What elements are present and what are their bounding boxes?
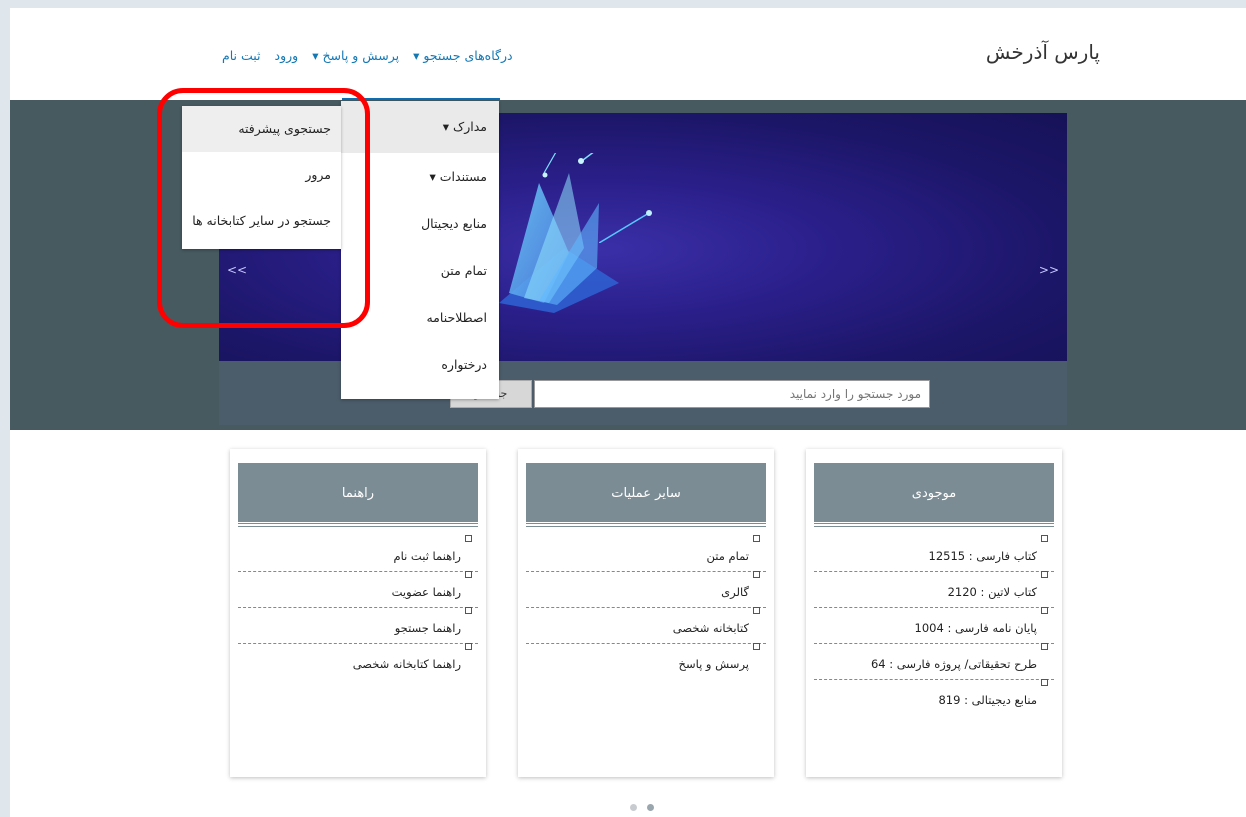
menu-item-tree[interactable]: درختواره <box>341 341 499 388</box>
card-title: راهنما <box>238 463 478 527</box>
bullet-icon <box>465 643 472 650</box>
list-item-label: گالری <box>721 585 749 599</box>
bullet-icon <box>753 535 760 542</box>
bullet-icon <box>465 535 472 542</box>
bullet-icon <box>753 643 760 650</box>
bullet-icon <box>465 571 472 578</box>
card-title: سایر عملیات <box>526 463 766 527</box>
bullet-icon <box>465 607 472 614</box>
list-item[interactable]: پایان نامه فارسی : 1004 <box>814 607 1054 644</box>
card-list: راهنما ثبت نام راهنما عضویت راهنما جستجو… <box>238 535 478 680</box>
light-streak <box>599 210 652 243</box>
card-list: کتاب فارسی : 12515 کتاب لاتین : 2120 پای… <box>814 535 1054 716</box>
nav-login[interactable]: ورود <box>275 48 299 63</box>
search-input[interactable] <box>534 380 930 408</box>
list-item[interactable]: پرسش و پاسخ <box>526 643 766 680</box>
list-item-label: تمام متن <box>706 549 749 563</box>
nav-search-portals[interactable]: درگاه‌های جستجو ▾ <box>413 48 513 63</box>
nav-qa[interactable]: پرسش و پاسخ ▾ <box>312 48 399 63</box>
list-item[interactable]: طرح تحقیقاتی/ پروژه فارسی : 64 <box>814 643 1054 680</box>
bullet-icon <box>1041 643 1048 650</box>
carousel-dot-active[interactable] <box>647 804 654 811</box>
bullet-icon <box>1041 607 1048 614</box>
list-item-label: راهنما جستجو <box>394 621 461 635</box>
list-item-label: کتابخانه شخصی <box>672 621 749 635</box>
hero-next-arrow[interactable]: >> <box>1039 263 1059 277</box>
card-title: موجودی <box>814 463 1054 527</box>
card-other-operations: سایر عملیات تمام متن گالری کتابخانه شخصی… <box>518 449 774 777</box>
list-item[interactable]: کتاب لاتین : 2120 <box>814 571 1054 608</box>
list-item-label: طرح تحقیقاتی/ پروژه فارسی : 64 <box>870 657 1037 671</box>
carousel-dots <box>630 804 654 811</box>
top-nav: درگاه‌های جستجو ▾ پرسش و پاسخ ▾ ورود ثبت… <box>222 48 513 63</box>
red-highlight-annotation <box>157 88 370 328</box>
list-item-label: پرسش و پاسخ <box>678 657 749 671</box>
nav-register[interactable]: ثبت نام <box>222 48 261 63</box>
list-item[interactable]: تمام متن <box>526 535 766 572</box>
list-item-label: راهنما عضویت <box>391 585 461 599</box>
page-frame: پارس آذرخش درگاه‌های جستجو ▾ پرسش و پاسخ… <box>10 8 1246 817</box>
list-item[interactable]: منابع دیجیتالی : 819 <box>814 679 1054 716</box>
bullet-icon <box>753 607 760 614</box>
list-item[interactable]: راهنما عضویت <box>238 571 478 608</box>
list-item[interactable]: راهنما ثبت نام <box>238 535 478 572</box>
list-item-label: کتاب لاتین : 2120 <box>947 585 1037 599</box>
site-brand[interactable]: پارس آذرخش <box>986 40 1100 64</box>
list-item-label: منابع دیجیتالی : 819 <box>938 693 1037 707</box>
bullet-icon <box>1041 679 1048 686</box>
bullet-icon <box>1041 571 1048 578</box>
top-bar: پارس آذرخش درگاه‌های جستجو ▾ پرسش و پاسخ… <box>10 8 1246 100</box>
card-inventory: موجودی کتاب فارسی : 12515 کتاب لاتین : 2… <box>806 449 1062 777</box>
list-item-label: کتاب فارسی : 12515 <box>928 549 1038 563</box>
list-item[interactable]: گالری <box>526 571 766 608</box>
card-list: تمام متن گالری کتابخانه شخصی پرسش و پاسخ <box>526 535 766 680</box>
card-help: راهنما راهنما ثبت نام راهنما عضویت راهنم… <box>230 449 486 777</box>
list-item-label: راهنما ثبت نام <box>393 549 461 563</box>
list-item[interactable]: راهنما کتابخانه شخصی <box>238 643 478 680</box>
list-item[interactable]: راهنما جستجو <box>238 607 478 644</box>
list-item[interactable]: کتاب فارسی : 12515 <box>814 535 1054 572</box>
list-item-label: پایان نامه فارسی : 1004 <box>914 621 1037 635</box>
list-item-label: راهنما کتابخانه شخصی <box>352 657 461 671</box>
bullet-icon <box>1041 535 1048 542</box>
carousel-dot[interactable] <box>630 804 637 811</box>
list-item[interactable]: کتابخانه شخصی <box>526 607 766 644</box>
bullet-icon <box>753 571 760 578</box>
